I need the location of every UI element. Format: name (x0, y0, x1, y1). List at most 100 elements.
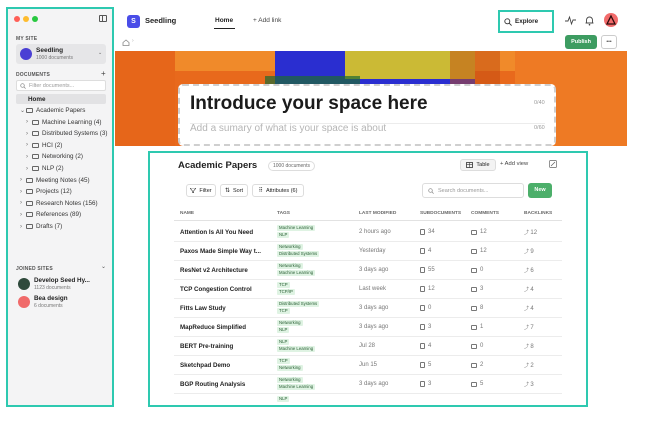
document-name[interactable]: MapReduce Simplified (180, 324, 270, 331)
document-name[interactable]: Attention Is All You Need (180, 229, 270, 236)
sidebar-tree-item[interactable]: › Networking (2) (26, 153, 83, 160)
hero-summary-input[interactable]: Add a sumary of what is your space is ab… (190, 123, 386, 134)
document-name[interactable]: Sketchpad Demo (180, 362, 270, 369)
table-row[interactable]: ResNet v2 Architecture Networking Machine … (174, 261, 562, 280)
add-view-button[interactable]: + Add view (500, 161, 528, 167)
sidebar-item-home[interactable]: Home (16, 94, 106, 104)
column-backlinks[interactable]: BACKLINKS (524, 211, 552, 216)
column-name[interactable]: NAME (180, 211, 194, 216)
joined-site-item[interactable]: Bea design 6 documents (16, 295, 108, 311)
document-name[interactable]: Fitts Law Study (180, 305, 270, 312)
document-name[interactable]: BERT Pre-training (180, 343, 270, 350)
tag-badge: Networking (277, 263, 303, 269)
comment-icon (471, 286, 477, 292)
sidebar-tree-item[interactable]: › Distributed Systems (3) (26, 130, 107, 137)
tab-underline (214, 28, 235, 29)
sidebar-tree-item[interactable]: › NLP (2) (26, 165, 64, 172)
sort-button[interactable]: ⇅ Sort (220, 184, 248, 197)
sidebar-tree-item[interactable]: › Machine Learning (4) (26, 119, 102, 126)
document-name[interactable]: ResNet v2 Architecture (180, 267, 270, 274)
comments-value: 5 (480, 381, 484, 387)
sidebar-tree-item[interactable]: › Drafts (7) (20, 223, 62, 230)
comments-value: 0 (480, 343, 484, 349)
backlinks-count: ⤴ 12 (524, 229, 537, 236)
document-name[interactable]: TCP Congestion Control (180, 286, 270, 293)
filter-input[interactable]: Filter documents... (16, 80, 106, 91)
last-modified: Last week (359, 286, 387, 292)
backlinks-value: 12 (530, 230, 538, 236)
close-window-dot[interactable] (14, 16, 20, 22)
sidebar-tree-label: References (89) (36, 211, 82, 219)
attributes-button[interactable]: ⠿ Attributes (6) (252, 184, 304, 197)
table-row[interactable]: Sketchpad Demo TCP Networking Jun 15 5 2 ⤴ 2 (174, 356, 562, 375)
table-row[interactable]: Paxos Made Simple Way t... Networking Dist… (174, 242, 562, 261)
chevron-right-icon: › (132, 38, 134, 44)
comment-icon (471, 305, 477, 311)
tag-badge: NLP (277, 232, 290, 238)
add-document-icon[interactable]: + (101, 69, 106, 78)
explore-button[interactable]: Explore (498, 10, 554, 33)
sidebar-tree-label: HCI (2) (42, 141, 63, 149)
search-documents-input[interactable]: Search documents... (422, 183, 524, 198)
column-tags[interactable]: TAGS (277, 211, 290, 216)
app-name: Seedling (145, 16, 177, 25)
backlinks-value: 2 (530, 363, 534, 369)
bell-icon[interactable] (584, 15, 595, 26)
add-link-button[interactable]: + Add link (253, 17, 281, 24)
hero-title-input[interactable]: Introduce your space here (190, 93, 428, 115)
sidebar-tree-item[interactable]: › HCI (2) (26, 142, 62, 149)
edit-icon[interactable] (549, 160, 557, 168)
tag-badge: TCP (277, 358, 290, 364)
table-row[interactable]: Fitts Law Study Distributed Systems TCP 3 d… (174, 299, 562, 318)
filter-button[interactable]: Filter (186, 184, 216, 197)
publish-button[interactable]: Publish (565, 35, 597, 49)
sidebar-tree-label: Machine Learning (4) (42, 118, 102, 126)
sidebar-tree-item[interactable]: › References (89) (20, 211, 81, 218)
column-subdocuments[interactable]: SUBDOCUMENTS (420, 211, 461, 216)
home-icon[interactable] (122, 39, 130, 46)
sidebar-tree-item[interactable]: › Projects (12) (20, 188, 72, 195)
more-options-button[interactable]: ••• (601, 35, 617, 49)
minimize-window-dot[interactable] (23, 16, 29, 22)
backlinks-value: 6 (530, 268, 534, 274)
last-modified: 3 days ago (359, 324, 389, 330)
table-view-button[interactable]: Table (460, 159, 496, 171)
joined-site-item[interactable]: Develop Seed Hy... 1123 documents (16, 277, 108, 293)
explore-label: Explore (515, 18, 539, 25)
new-document-button[interactable]: New (528, 183, 552, 198)
document-icon (420, 305, 425, 311)
document-icon (420, 343, 425, 349)
user-avatar[interactable] (604, 13, 618, 27)
column-last-modified[interactable]: LAST MODIFIED (359, 211, 396, 216)
sidebar-toggle-icon[interactable] (99, 15, 107, 22)
table-row[interactable]: TCP Congestion Control TCP TCP/IP Last week… (174, 280, 562, 299)
sort-icon: ⇅ (224, 188, 230, 194)
sidebar-tree-item[interactable]: ⌄ Academic Papers (20, 107, 85, 114)
site-switcher[interactable]: Seedling 1000 documents ⌄ (16, 44, 106, 64)
tag-badge: NLP (277, 396, 290, 402)
tab-home[interactable]: Home (215, 17, 233, 24)
table-row[interactable]: BGP Routing Analysis Networking Machine Le… (174, 375, 562, 394)
table-row[interactable]: Attention Is All You Need Machine Learnin… (174, 223, 562, 242)
folder-icon (26, 189, 33, 195)
maximize-window-dot[interactable] (32, 16, 38, 22)
table-row[interactable]: BERT Pre-training NLP Machine Learning Jul … (174, 337, 562, 356)
backlinks-value: 8 (530, 344, 534, 350)
sidebar-tree-item[interactable]: › Research Notes (156) (20, 200, 98, 207)
document-name[interactable]: BGP Routing Analysis (180, 381, 270, 388)
column-comments[interactable]: COMMENTS (471, 211, 499, 216)
table-row[interactable]: MapReduce Simplified Networking NLP 3 days … (174, 318, 562, 337)
table-row[interactable]: NLP (174, 394, 562, 405)
document-icon (420, 362, 425, 368)
sidebar: MY SITE Seedling 1000 documents ⌄ DOCUME… (6, 7, 114, 407)
subdocuments-count: 4 (420, 248, 431, 254)
table-header: NAME TAGS LAST MODIFIED SUBDOCUMENTS COM… (174, 209, 562, 221)
document-name[interactable]: Paxos Made Simple Way t... (180, 248, 270, 255)
subdocuments-count: 55 (420, 267, 435, 273)
backlinks-value: 4 (530, 287, 534, 293)
sidebar-tree-item[interactable]: › Meeting Notes (45) (20, 177, 90, 184)
subdocuments-value: 4 (428, 248, 432, 254)
chevron-down-icon[interactable]: ⌄ (101, 263, 106, 270)
activity-icon[interactable] (565, 15, 576, 26)
subdocuments-count: 4 (420, 343, 431, 349)
